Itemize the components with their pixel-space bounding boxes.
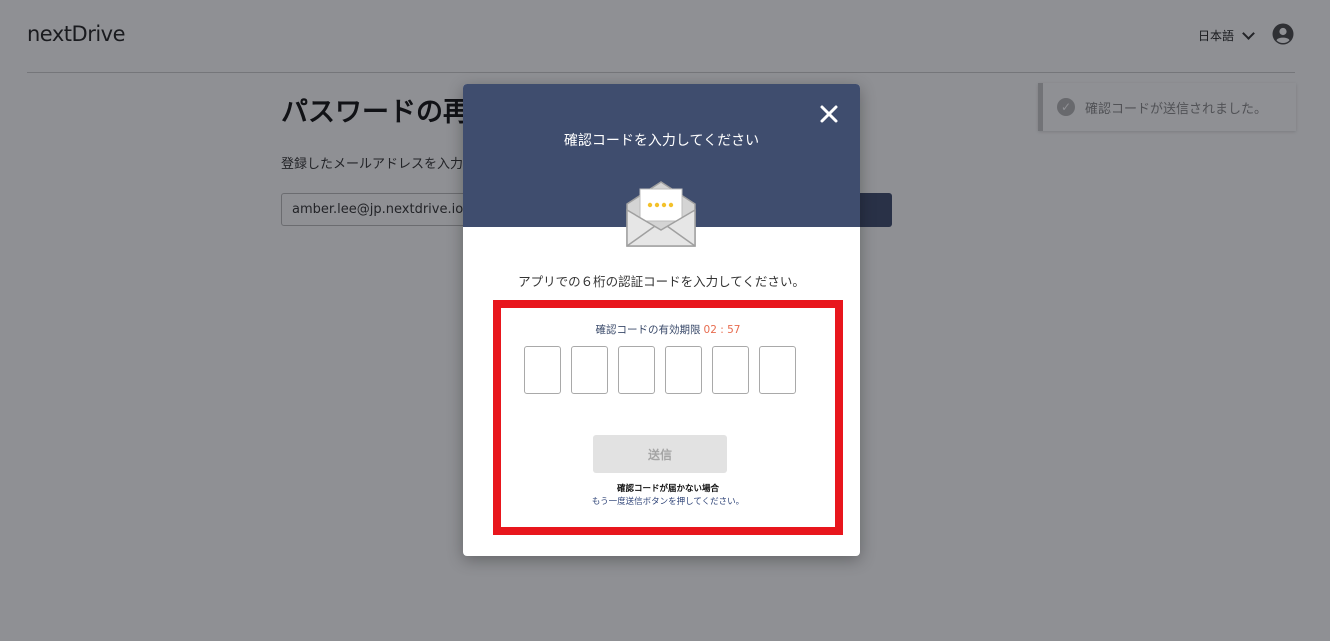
code-digit-6[interactable] <box>759 346 796 394</box>
expiry-timer: 02 : 57 <box>703 324 741 336</box>
code-digit-5[interactable] <box>712 346 749 394</box>
code-digit-3[interactable] <box>618 346 655 394</box>
verification-modal: 確認コードを入力してください アプリでの６桁の認証コードを入力してください。 確… <box>463 84 860 556</box>
resend-title: 確認コードが届かない場合 <box>616 484 719 494</box>
code-digit-4[interactable] <box>665 346 702 394</box>
expiry-info: 確認コードの有効期限 02 : 57 <box>501 322 835 337</box>
expiry-label: 確認コードの有効期限 <box>595 324 701 336</box>
code-input-row <box>524 346 796 394</box>
code-digit-1[interactable] <box>524 346 561 394</box>
page: nextDrive 日本語 パスワードの再 登録したメールアドレスを入力し am… <box>0 0 1330 641</box>
code-instruction: アプリでの６桁の認証コードを入力してください。 <box>518 274 805 289</box>
resend-description: もう一度送信ボタンを押してください。 <box>591 497 745 507</box>
modal-title: 確認コードを入力してください <box>563 133 760 149</box>
send-button[interactable]: 送信 <box>593 435 727 473</box>
envelope-open-icon <box>626 181 696 247</box>
close-icon[interactable] <box>818 103 840 125</box>
code-entry-section: 確認コードの有効期限 02 : 57 送信 確認コードが届かない場合 もう一度送信… <box>493 300 843 535</box>
code-digit-2[interactable] <box>571 346 608 394</box>
